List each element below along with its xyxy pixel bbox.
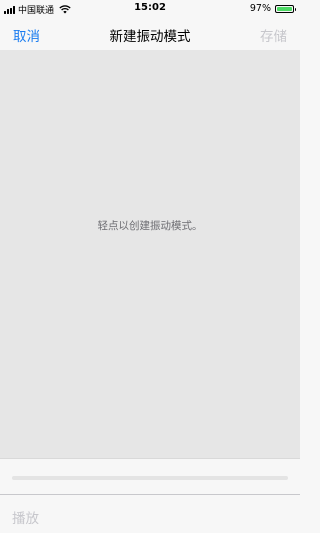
bottom-toolbar: 播放 xyxy=(0,494,300,533)
progress-area xyxy=(0,458,300,495)
tap-hint-text: 轻点以创建振动模式。 xyxy=(97,220,203,232)
page-title: 新建振动模式 xyxy=(109,29,191,45)
navigation-bar: 取消 新建振动模式 存储 xyxy=(0,17,300,51)
status-bar: 中国联通 15:02 97% xyxy=(0,0,300,17)
battery-icon xyxy=(275,4,296,13)
battery-fill xyxy=(277,6,292,11)
vibration-progress-track xyxy=(12,476,288,480)
play-button[interactable]: 播放 xyxy=(12,507,39,527)
vibration-tap-area[interactable]: 轻点以创建振动模式。 xyxy=(0,50,300,458)
status-right: 97% xyxy=(249,3,296,14)
save-button[interactable]: 存储 xyxy=(260,25,287,45)
battery-percent: 97% xyxy=(249,3,271,14)
new-vibration-screen: 中国联通 15:02 97% 取消 新建振动模式 存储 轻点以创建振动模式。 播… xyxy=(0,0,300,533)
